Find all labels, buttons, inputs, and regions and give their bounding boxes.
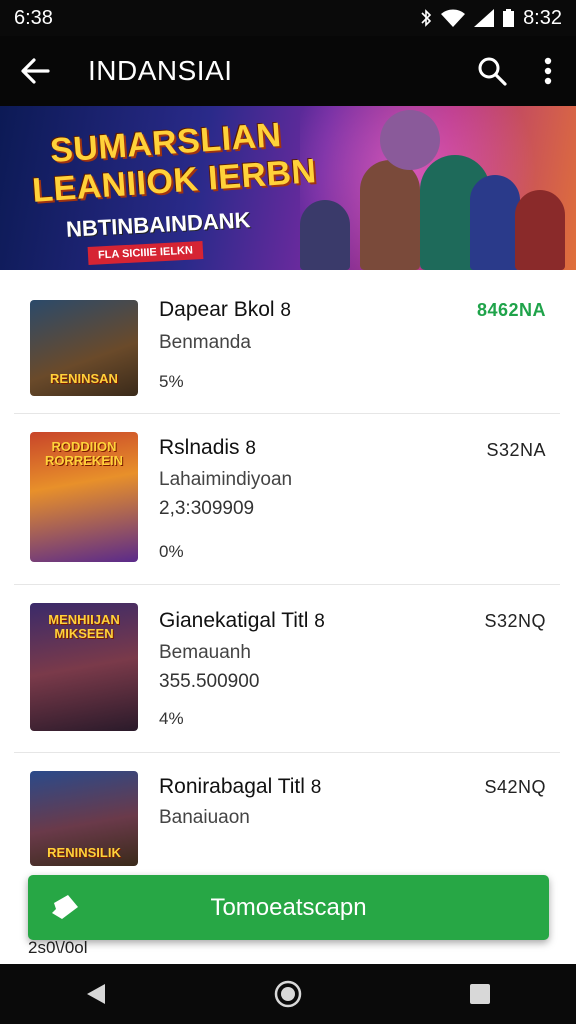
battery-icon [503,9,515,27]
list-item[interactable]: RENINSAN Dapear Bkol 8 Benmanda 5% 8462N… [14,270,560,414]
game-price: 8462NA [476,300,546,320]
game-price: S32NA [486,440,546,460]
arrow-left-icon [21,58,50,84]
game-subtitle: Bemauanh [159,642,251,663]
triangle-back-icon [87,984,105,1004]
partial-row-text: 2s0\/0ol [28,938,88,957]
game-price: S42NQ [484,777,546,797]
banner-subheadline: NBTINBAINDANK [65,207,252,242]
game-price: S32NQ [484,611,546,631]
game-subtitle: Benmanda [159,332,251,353]
banner-character [380,110,440,170]
game-rating: 0% [159,542,184,561]
system-nav-bar [0,964,576,1024]
game-name: Dapear Bkol 8 [159,298,291,321]
game-thumbnail: RENINSILIK [30,771,138,866]
status-time: 6:38 [14,6,53,29]
status-icons: 8:32 [420,7,562,30]
status-bar: 6:38 8:32 [0,0,576,36]
wifi-icon [441,9,466,27]
list-item[interactable]: RODDIION RORREKEIN Rslnadis 8 Lahaimindi… [14,414,560,585]
square-recents-icon [470,984,490,1004]
banner-character [360,160,420,270]
more-vert-icon [544,57,552,85]
page-title: INDANSIAI [88,55,233,86]
nav-back-button[interactable] [66,964,126,1024]
banner-character [300,200,350,270]
banner-character [470,175,520,270]
signal-icon [474,9,495,27]
banner-tag: FLA SICIIIE IELKN [87,241,204,265]
thumbnail-title: RODDIION RORREKEIN [44,439,123,468]
ticket-icon [52,895,78,919]
bluetooth-icon [421,9,432,27]
circle-home-icon [274,980,302,1008]
game-thumbnail: MENHIIJAN MIKSEEN [30,603,138,731]
primary-action-label: Tomoeatscapn [210,893,367,921]
game-subtitle: Banaiuaon [159,807,250,828]
game-subtitle: Lahaimindiyoan [159,469,293,490]
game-rating: 4% [159,709,184,728]
thumbnail-title: MENHIIJAN MIKSEEN [48,612,120,641]
primary-action-button[interactable]: Tomoeatscapn [28,875,549,940]
nav-home-button[interactable] [258,964,318,1024]
more-button[interactable] [520,36,576,106]
game-meta: 2,3:309909 [159,498,255,519]
game-thumbnail: RENINSAN [30,300,138,396]
app-bar: INDANSIAI [0,36,576,106]
game-rating: 5% [159,372,184,391]
list-item[interactable]: RENINSILIK Ronirabagal Titl 8 Banaiuaon … [14,753,560,883]
game-thumbnail: RODDIION RORREKEIN [30,432,138,562]
promo-banner[interactable]: SUMARSLIAN LEANIIOK IERBN NBTINBAINDANK … [0,106,576,270]
thumbnail-title: RENINSAN [50,371,118,386]
back-button[interactable] [0,36,70,106]
game-name: Gianekatigal Titl 8 [159,609,325,632]
list-item[interactable]: MENHIIJAN MIKSEEN Gianekatigal Titl 8 Be… [14,585,560,753]
game-name: Rslnadis 8 [159,436,256,459]
search-button[interactable] [464,36,520,106]
game-name: Ronirabagal Titl 8 [159,775,322,798]
banner-character [515,190,565,270]
status-clock: 8:32 [523,6,562,29]
thumbnail-title: RENINSILIK [47,845,121,860]
search-icon [478,57,507,86]
nav-recents-button[interactable] [450,964,510,1024]
game-meta: 355.500900 [159,671,260,692]
